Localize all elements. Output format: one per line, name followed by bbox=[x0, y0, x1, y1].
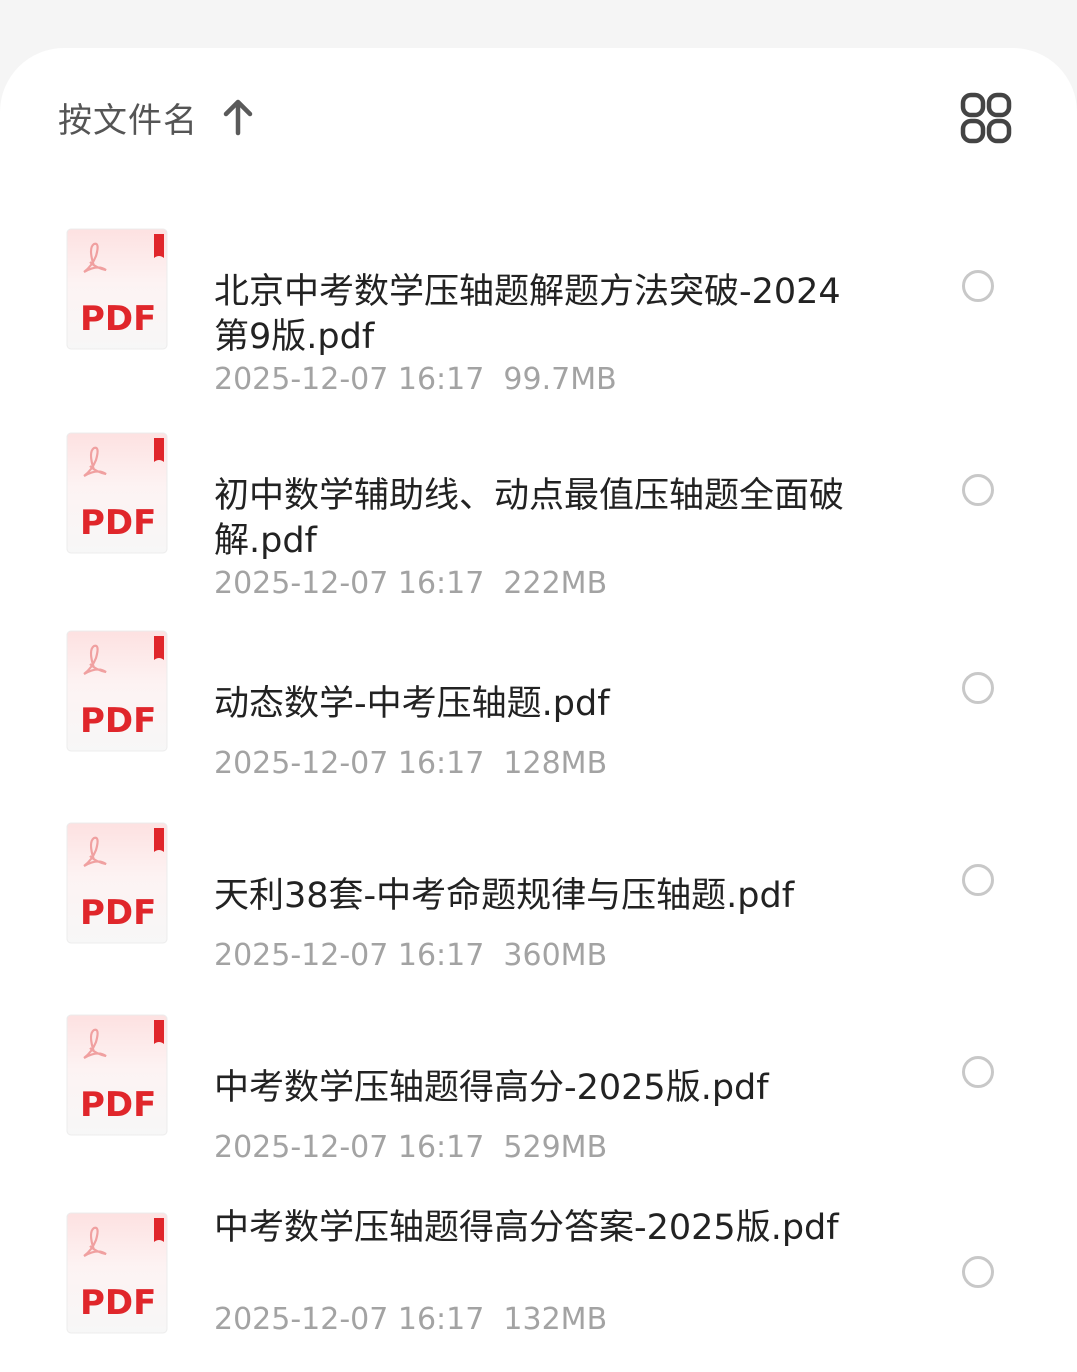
file-row[interactable]: PDF 中考数学压轴题得高分-2025版.pdf 2025-12-07 16:1… bbox=[0, 992, 1077, 1165]
pdf-file-icon: PDF bbox=[66, 1212, 168, 1334]
file-date: 2025-12-07 16:17 bbox=[214, 938, 485, 973]
file-row[interactable]: PDF 北京中考数学压轴题解题方法突破-2024第9版.pdf 2025-12-… bbox=[0, 206, 1077, 397]
file-meta: 2025-12-07 16:17 132MB bbox=[214, 1300, 607, 1340]
file-date: 2025-12-07 16:17 bbox=[214, 566, 485, 601]
file-meta: 2025-12-07 16:17 529MB bbox=[214, 1128, 607, 1168]
file-name: 初中数学辅助线、动点最值压轴题全面破解.pdf bbox=[214, 476, 845, 561]
file-size: 132MB bbox=[503, 1302, 608, 1337]
file-meta: 2025-12-07 16:17 360MB bbox=[214, 936, 607, 976]
arrow-up-icon bbox=[223, 99, 253, 136]
file-meta: 2025-12-07 16:17 128MB bbox=[214, 744, 607, 784]
file-date: 2025-12-07 16:17 bbox=[214, 1130, 485, 1165]
file-name: 天利38套-中考命题规律与压轴题.pdf bbox=[214, 876, 795, 916]
select-checkbox[interactable] bbox=[962, 864, 994, 896]
pdf-file-icon: PDF bbox=[66, 630, 168, 752]
pdf-icon-label: PDF bbox=[80, 299, 156, 339]
pdf-icon-label: PDF bbox=[80, 893, 156, 933]
file-name: 中考数学压轴题得高分-2025版.pdf bbox=[214, 1068, 769, 1108]
file-size: 360MB bbox=[503, 938, 608, 973]
file-size: 128MB bbox=[503, 746, 608, 781]
file-name: 北京中考数学压轴题解题方法突破-2024第9版.pdf bbox=[214, 272, 841, 357]
file-size: 529MB bbox=[503, 1130, 608, 1165]
file-name: 动态数学-中考压轴题.pdf bbox=[214, 684, 610, 724]
file-meta: 2025-12-07 16:17 99.7MB bbox=[214, 360, 617, 400]
select-checkbox[interactable] bbox=[962, 1256, 994, 1288]
select-checkbox[interactable] bbox=[962, 1056, 994, 1088]
pdf-icon-label: PDF bbox=[80, 503, 156, 543]
pdf-icon-label: PDF bbox=[80, 1283, 156, 1323]
file-row[interactable]: PDF 中考数学压轴题得高分答案-2025版.pdf 2025-12-07 16… bbox=[0, 1190, 1077, 1340]
file-row[interactable]: PDF 初中数学辅助线、动点最值压轴题全面破解.pdf 2025-12-07 1… bbox=[0, 410, 1077, 601]
file-browser-sheet: 按文件名 PDF 北京中考数学压轴题解题方法突破-2024第9版.pdf 202… bbox=[0, 48, 1077, 1372]
select-checkbox[interactable] bbox=[962, 672, 994, 704]
pdf-file-icon: PDF bbox=[66, 228, 168, 350]
pdf-file-icon: PDF bbox=[66, 1014, 168, 1136]
select-checkbox[interactable] bbox=[962, 474, 994, 506]
sort-by-name-button[interactable]: 按文件名 bbox=[58, 92, 256, 142]
pdf-icon-label: PDF bbox=[80, 701, 156, 741]
file-date: 2025-12-07 16:17 bbox=[214, 1302, 485, 1337]
select-checkbox[interactable] bbox=[962, 270, 994, 302]
sort-label: 按文件名 bbox=[58, 100, 198, 141]
pdf-icon-label: PDF bbox=[80, 1085, 156, 1125]
file-size: 222MB bbox=[503, 566, 608, 601]
grid-view-icon[interactable] bbox=[960, 92, 1014, 146]
file-date: 2025-12-07 16:17 bbox=[214, 362, 485, 397]
pdf-file-icon: PDF bbox=[66, 432, 168, 554]
file-meta: 2025-12-07 16:17 222MB bbox=[214, 564, 607, 604]
file-row[interactable]: PDF 天利38套-中考命题规律与压轴题.pdf 2025-12-07 16:1… bbox=[0, 800, 1077, 973]
file-size: 99.7MB bbox=[503, 362, 617, 397]
file-row[interactable]: PDF 动态数学-中考压轴题.pdf 2025-12-07 16:17 128M… bbox=[0, 608, 1077, 781]
file-name: 中考数学压轴题得高分答案-2025版.pdf bbox=[214, 1208, 839, 1248]
pdf-file-icon: PDF bbox=[66, 822, 168, 944]
file-date: 2025-12-07 16:17 bbox=[214, 746, 485, 781]
